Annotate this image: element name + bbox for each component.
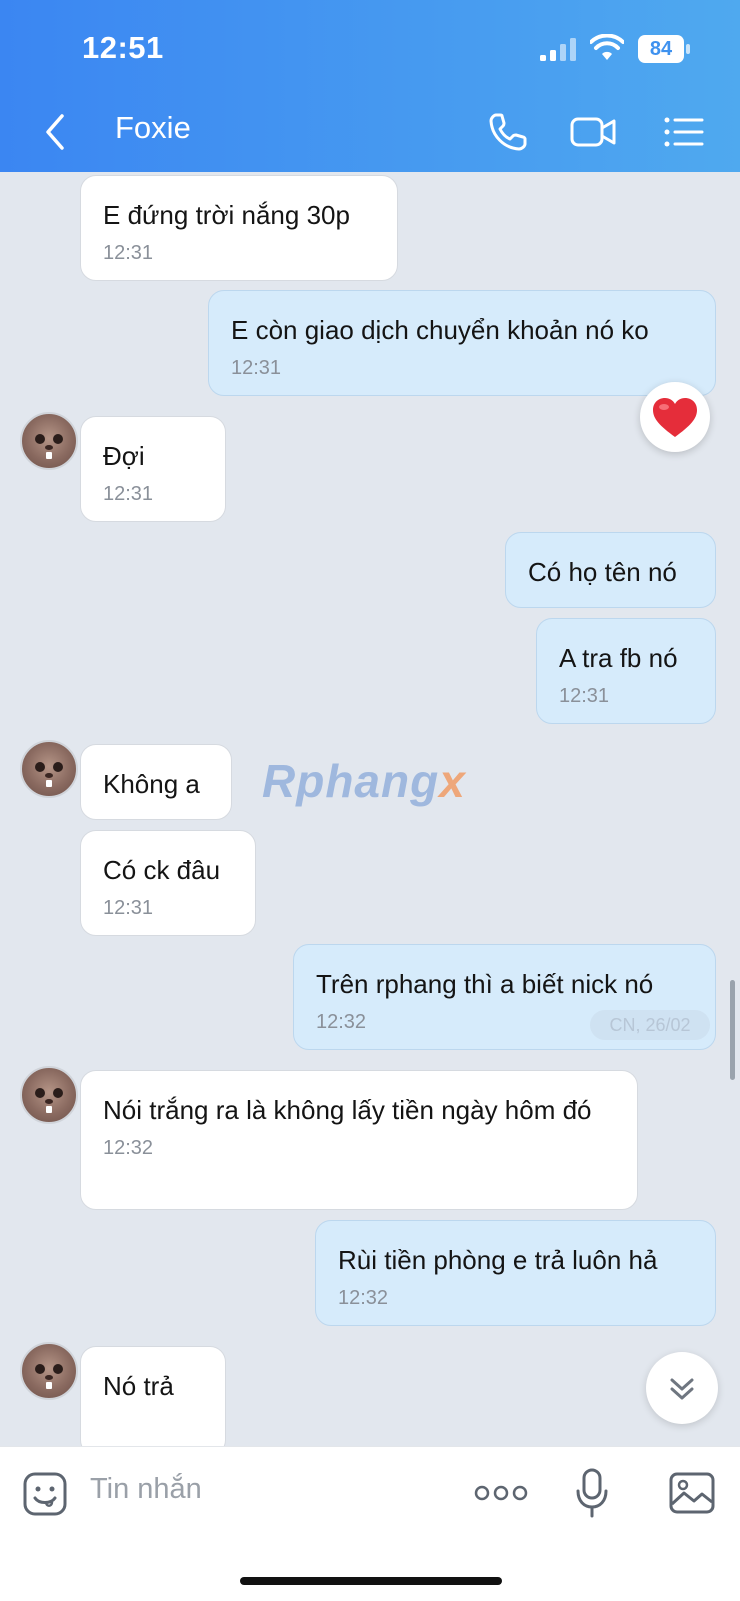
message-text: Có họ tên nó [528,557,677,587]
message-text: E đứng trời nắng 30p [103,200,350,230]
contact-avatar[interactable] [20,740,78,798]
message-input[interactable]: Tin nhắn [90,1473,202,1506]
watermark-logo: Rphangx [262,755,466,807]
microphone-icon[interactable] [574,1467,610,1519]
message-text: A tra fb nó [559,643,678,673]
home-indicator[interactable] [240,1577,502,1585]
message-text: Không a [103,769,200,799]
contact-avatar[interactable] [20,412,78,470]
message-text: Có ck đâu [103,855,221,885]
message-time: 12:31 [103,483,154,505]
message-text: Trên rphang thì a biết nick nó [316,969,654,999]
battery-icon: 84 [638,35,690,63]
message-composer: Tin nhắn [0,1446,740,1601]
message-text: Rùi tiền phòng e trả luôn hả [338,1245,658,1275]
message-time: 12:32 [103,1137,154,1159]
message-bubble[interactable]: Có họ tên nó [505,532,716,608]
video-call-icon[interactable] [570,110,616,154]
top-bar: 12:51 84 Foxie [0,0,740,172]
chat-area[interactable]: E đứng trời nắng 30p 12:31 E còn giao dị… [0,172,740,1446]
message-text: Đợi [103,441,145,471]
contact-avatar[interactable] [20,1342,78,1400]
message-bubble[interactable]: Nói trắng ra là không lấy tiền ngày hôm … [80,1070,638,1210]
more-options-icon[interactable] [474,1481,528,1505]
wifi-icon [590,34,624,60]
message-time: 12:31 [103,897,154,919]
message-time: 12:31 [103,242,154,264]
battery-level: 84 [638,35,684,63]
message-bubble[interactable]: Rùi tiền phòng e trả luôn hả 12:32 [315,1220,716,1326]
message-bubble[interactable]: Có ck đâu 12:31 [80,830,256,936]
message-text: Nó trả [103,1371,174,1401]
message-bubble[interactable]: Không a [80,744,232,820]
message-bubble[interactable]: E đứng trời nắng 30p 12:31 [80,175,398,281]
message-bubble[interactable]: Nó trả [80,1346,226,1446]
date-chip: CN, 26/02 [590,1010,710,1040]
sticker-emoji-icon[interactable] [22,1471,68,1517]
scrollbar[interactable] [730,980,735,1080]
contact-avatar[interactable] [20,1066,78,1124]
contact-name[interactable]: Foxie [115,110,191,146]
double-chevron-down-icon [670,1378,694,1400]
heart-reaction-icon[interactable] [640,382,710,452]
cellular-signal-icon [540,38,576,61]
status-time: 12:51 [82,30,164,65]
back-button[interactable] [38,108,74,156]
message-text: E còn giao dịch chuyển khoản nó ko [231,315,649,345]
message-time: 12:31 [231,357,282,379]
message-bubble[interactable]: Đợi 12:31 [80,416,226,522]
message-time: 12:31 [559,685,610,707]
image-gallery-icon[interactable] [668,1471,716,1515]
menu-list-icon[interactable] [662,110,708,154]
phone-call-icon[interactable] [486,110,532,154]
message-time: 12:32 [338,1287,389,1309]
message-bubble[interactable]: E còn giao dịch chuyển khoản nó ko 12:31 [208,290,716,396]
message-text: Nói trắng ra là không lấy tiền ngày hôm … [103,1095,592,1125]
message-bubble[interactable]: A tra fb nó 12:31 [536,618,716,724]
scroll-to-bottom-button[interactable] [646,1352,718,1424]
